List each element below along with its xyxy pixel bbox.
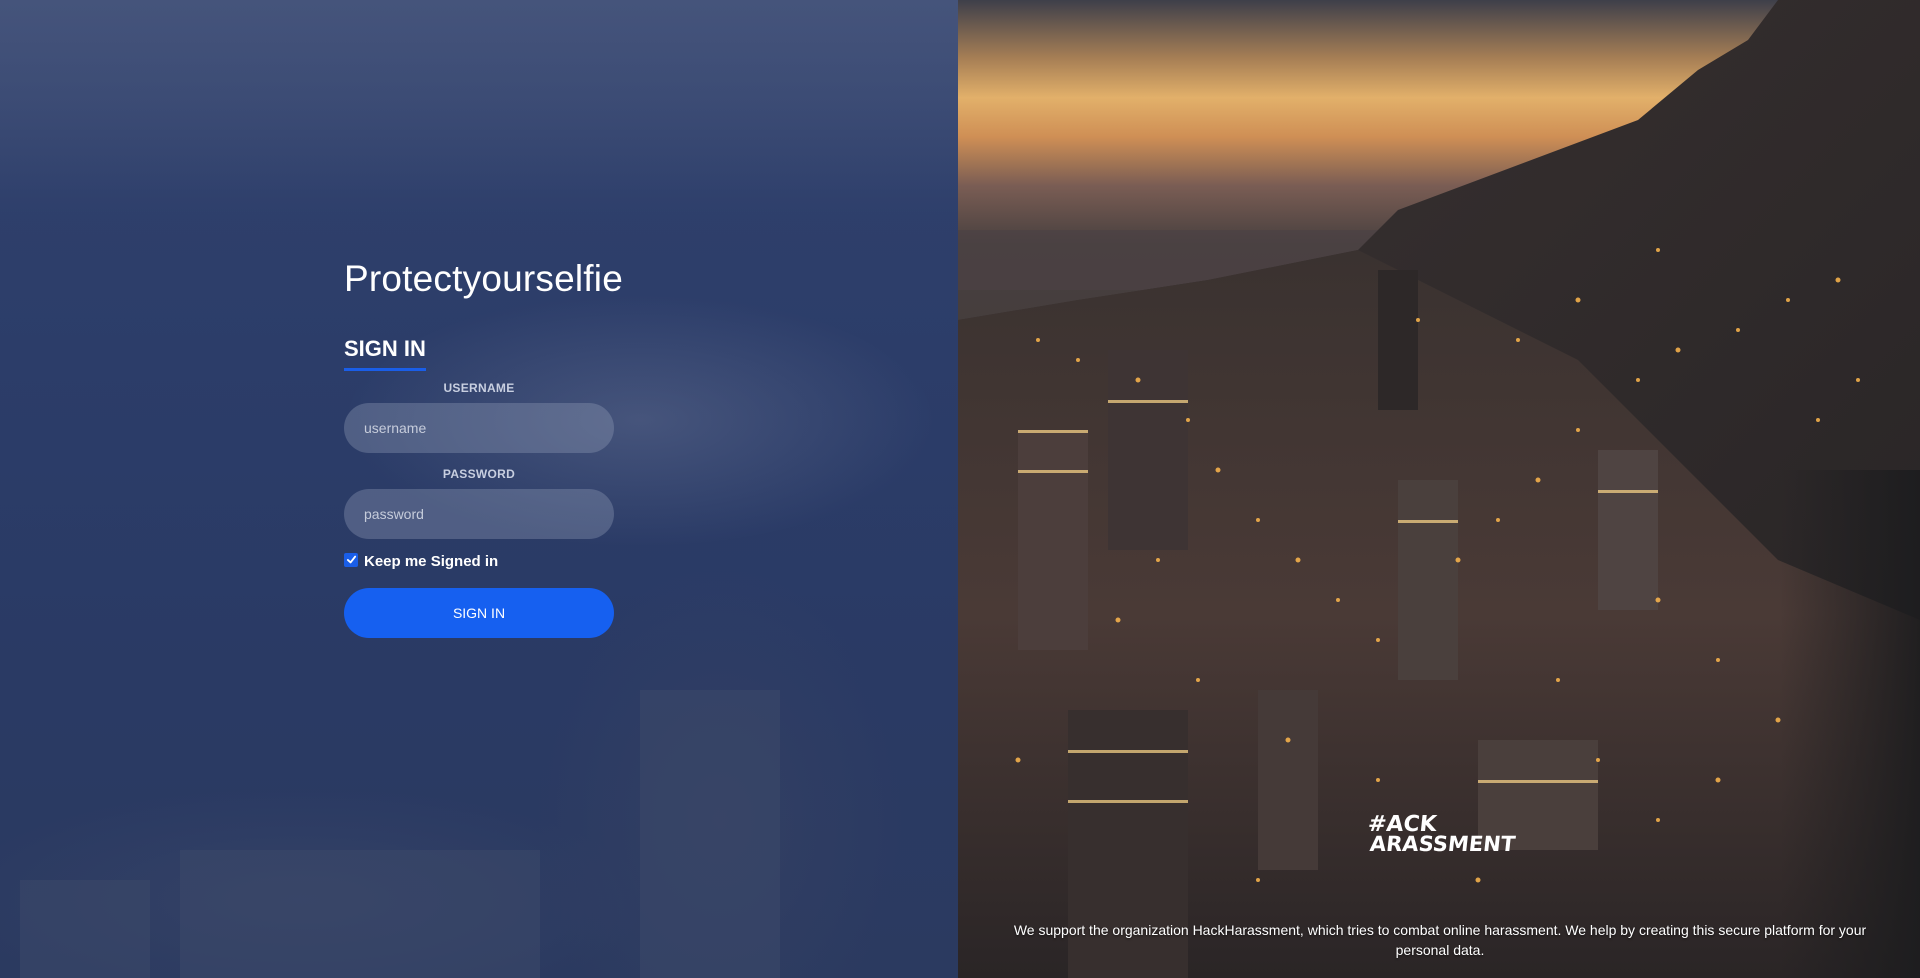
background-haze — [0, 0, 958, 220]
signin-form: Protectyourselfie SIGN IN USERNAME PASSW… — [344, 258, 623, 638]
keep-signed-in-checkbox[interactable] — [344, 552, 358, 567]
background-building — [20, 880, 150, 978]
logo-line-2: ARASSMENT — [1368, 832, 1517, 856]
brand-title: Protectyourselfie — [344, 258, 623, 299]
background-building — [180, 850, 540, 978]
keep-signed-in-row: Keep me Signed in — [344, 552, 614, 570]
background-building — [640, 690, 780, 978]
cliff-shadow — [1780, 470, 1920, 978]
hackharassment-logo: #ACK ARASSMENT — [1367, 812, 1517, 858]
keep-signed-in-label[interactable]: Keep me Signed in — [364, 553, 498, 570]
signin-panel: Protectyourselfie SIGN IN USERNAME PASSW… — [0, 0, 958, 978]
username-label: USERNAME — [443, 381, 515, 395]
password-label: PASSWORD — [442, 467, 516, 481]
partner-footer-text: We support the organization HackHarassme… — [1013, 922, 1867, 958]
password-input[interactable] — [344, 489, 614, 539]
signin-heading: SIGN IN — [344, 336, 426, 371]
username-input[interactable] — [344, 403, 614, 453]
login-page: Protectyourselfie SIGN IN USERNAME PASSW… — [0, 0, 1920, 978]
checkmark-icon — [346, 555, 356, 564]
signin-button[interactable]: SIGN IN — [344, 588, 614, 638]
